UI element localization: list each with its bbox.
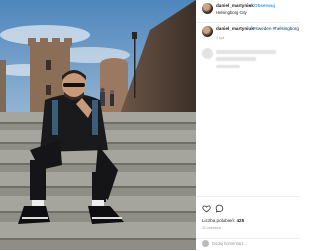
blurred-text-line: [216, 65, 240, 68]
caption-time: 1 tyd.: [216, 36, 226, 40]
heart-icon[interactable]: [202, 204, 211, 213]
avatar: [202, 240, 209, 247]
likes-count[interactable]: Liczba polubień: 425: [202, 218, 244, 223]
caption-username[interactable]: daniel_martyniuk: [216, 26, 254, 31]
post-header: daniel_martyniuk • Obserwuj Helsingborg …: [196, 0, 300, 23]
post-side-panel: daniel_martyniuk • Obserwuj Helsingborg …: [196, 0, 300, 250]
post-photo[interactable]: [0, 0, 196, 250]
blurred-text-line: [216, 57, 256, 61]
avatar[interactable]: [202, 3, 213, 14]
separator-dot: •: [249, 3, 251, 8]
add-comment-bar[interactable]: Dodaj komentarz...: [196, 238, 300, 251]
likes-number: 425: [236, 218, 245, 223]
blurred-text-line: [216, 50, 276, 54]
add-comment-input[interactable]: Dodaj komentarz...: [212, 241, 247, 246]
blurred-comment: [202, 48, 297, 78]
blurred-avatar: [202, 48, 213, 59]
follow-button[interactable]: Obserwuj: [254, 3, 275, 8]
location-link[interactable]: Helsingborg City: [216, 10, 247, 15]
avatar[interactable]: [202, 26, 213, 37]
caption-hashtags[interactable]: #sweden #helsingborg: [253, 26, 299, 31]
likes-label: Liczba polubień:: [202, 218, 236, 223]
post-date: 11 czerwca: [202, 226, 221, 230]
comment-bubble-icon[interactable]: [215, 204, 224, 213]
post-image-scene: [0, 0, 196, 250]
